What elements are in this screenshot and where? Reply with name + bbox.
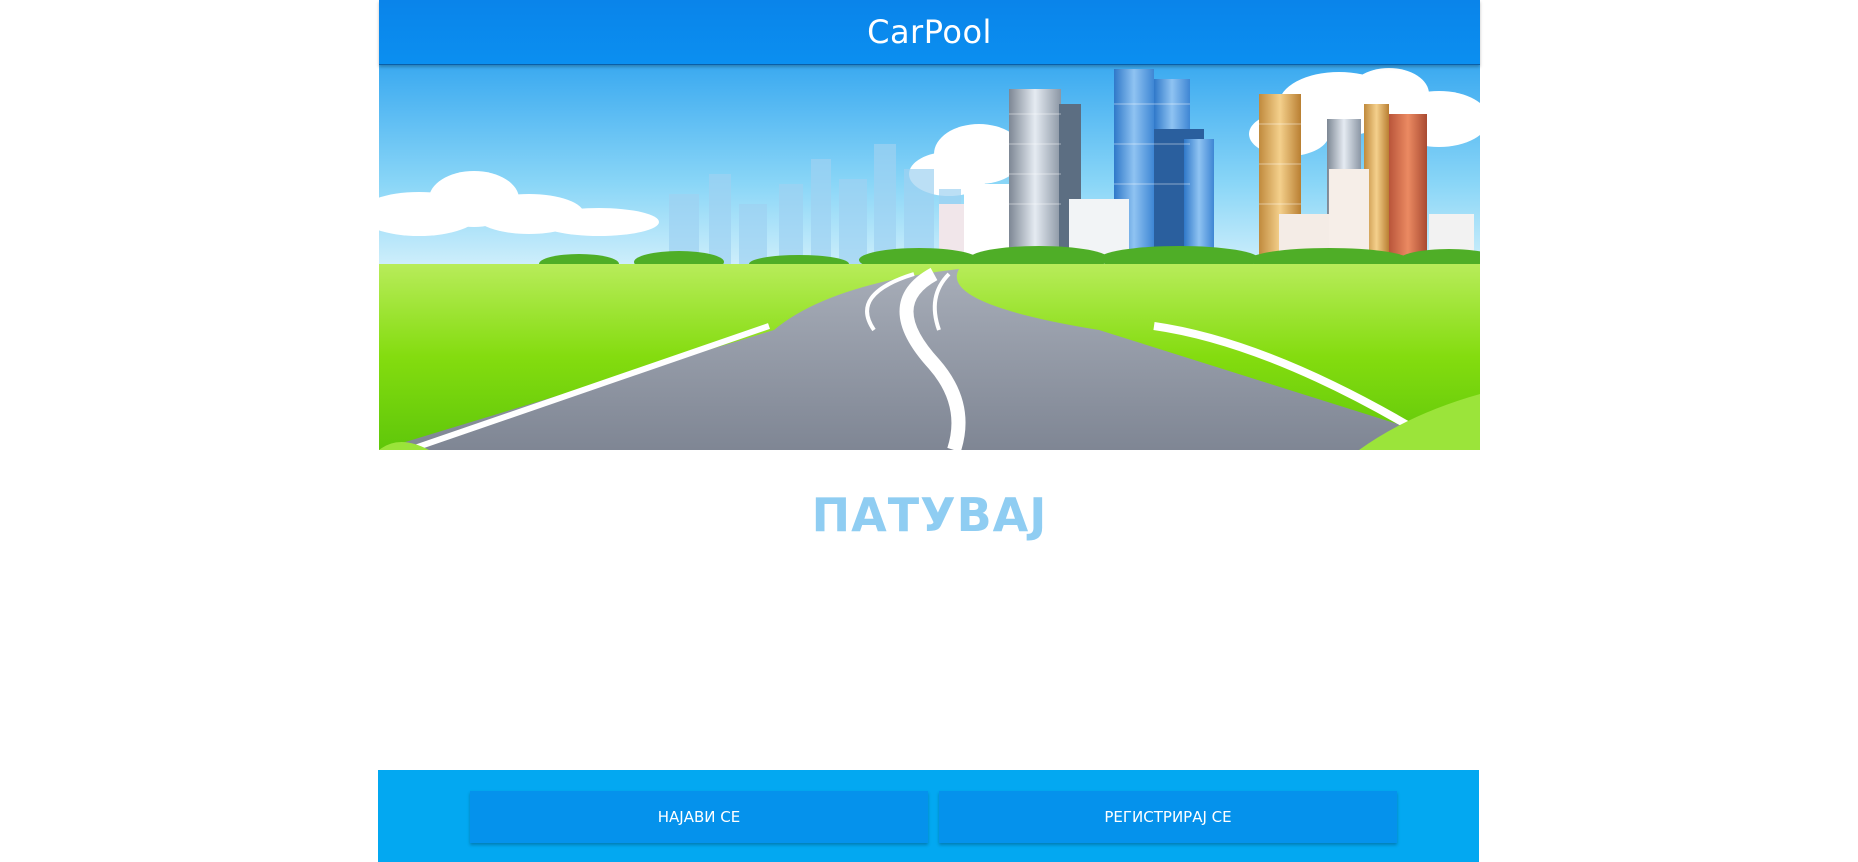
app-header: CarPool xyxy=(379,0,1480,65)
register-button[interactable]: РЕГИСТРИРАЈ СЕ xyxy=(939,791,1397,843)
auth-footer: НАЈАВИ СЕ РЕГИСТРИРАЈ СЕ xyxy=(378,770,1479,862)
app-title: CarPool xyxy=(867,13,992,51)
app-screen: CarPool ПАТУВАЈ НАЈАВИ СЕ РЕГИСТРИРАЈ СЕ xyxy=(378,0,1480,862)
login-button[interactable]: НАЈАВИ СЕ xyxy=(470,791,928,843)
hero-image xyxy=(379,64,1480,450)
city-road-illustration xyxy=(379,64,1480,450)
tagline-text: ПАТУВАЈ xyxy=(811,488,1048,542)
